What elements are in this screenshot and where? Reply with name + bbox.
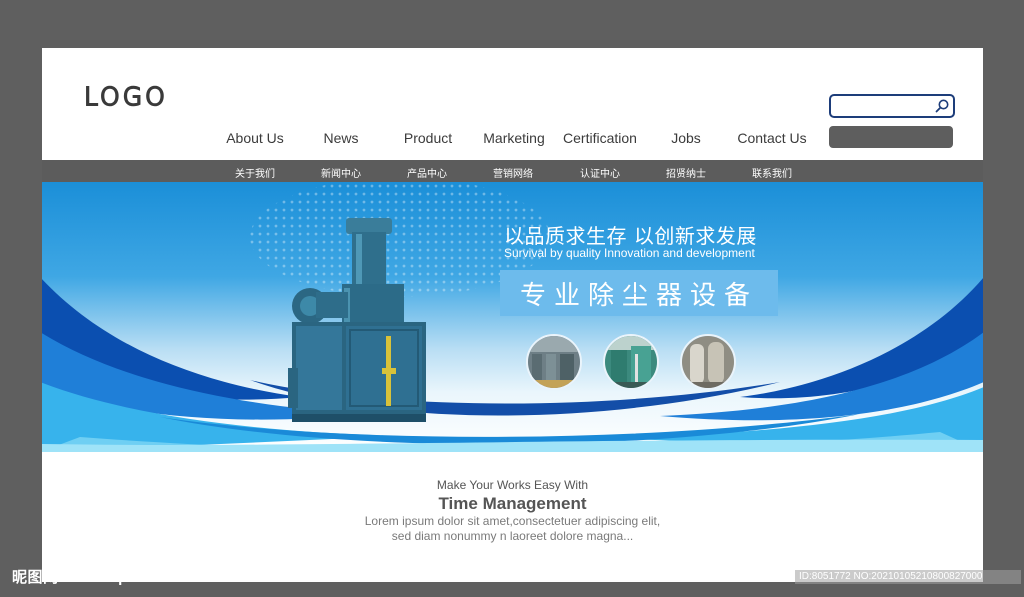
incinerator-machine-image — [288, 218, 426, 422]
sub-nav-bar: 关于我们 新闻中心 产品中心 营销网络 认证中心 招贤纳士 联系我们 — [42, 160, 983, 182]
banner-title-box: 专业除尘器设备 — [500, 270, 778, 316]
subnav-item-contact[interactable]: 联系我们 — [752, 165, 792, 180]
main-nav: About Us News Product Marketing Certific… — [42, 130, 983, 150]
watermark-right: ID:8051772 NO:20210105210800827000 — [795, 570, 1021, 584]
banner-slogan-en: Survival by quality Innovation and devel… — [504, 246, 755, 260]
intro-body-line-2: sed diam nonummy n laoreet dolore magna.… — [391, 529, 634, 543]
subnav-item-certification[interactable]: 认证中心 — [580, 165, 620, 180]
search-box[interactable] — [829, 94, 955, 118]
product-thumbnail-3[interactable] — [680, 334, 736, 390]
subnav-item-about[interactable]: 关于我们 — [235, 165, 275, 180]
product-thumbnail-2[interactable] — [603, 334, 659, 390]
nav-item-news[interactable]: News — [323, 130, 358, 146]
nav-item-product[interactable]: Product — [404, 130, 452, 146]
banner-slogan-cn: 以品质求生存 以创新求发展 — [504, 224, 757, 248]
page-canvas: LOGO About Us News Product Marketing Cer… — [42, 48, 983, 582]
hero-banner: 以品质求生存 以创新求发展 Survival by quality Innova… — [42, 182, 983, 452]
nav-item-jobs[interactable]: Jobs — [671, 130, 701, 146]
subnav-item-marketing[interactable]: 营销网络 — [493, 165, 533, 180]
nav-item-certification[interactable]: Certification — [563, 130, 637, 146]
logo[interactable]: LOGO — [83, 81, 168, 112]
nav-item-about-us[interactable]: About Us — [226, 130, 284, 146]
subnav-item-jobs[interactable]: 招贤纳士 — [666, 165, 706, 180]
intro-section: Make Your Works Easy With Time Managemen… — [42, 478, 983, 544]
product-thumbnail-1[interactable] — [526, 334, 582, 390]
intro-subtitle: Make Your Works Easy With — [436, 478, 589, 492]
banner-title: 专业除尘器设备 — [519, 280, 758, 311]
search-icon[interactable] — [934, 98, 950, 114]
subnav-item-product[interactable]: 产品中心 — [407, 165, 447, 180]
watermark-left: 昵图网 www.nipic.com — [12, 569, 179, 586]
intro-body-line-1: Lorem ipsum dolor sit amet,consectetuer … — [364, 514, 661, 528]
intro-title: Time Management — [438, 494, 587, 513]
nav-item-marketing[interactable]: Marketing — [483, 130, 544, 146]
nav-item-contact-us[interactable]: Contact Us — [737, 130, 806, 146]
subnav-item-news[interactable]: 新闻中心 — [321, 165, 361, 180]
search-input[interactable] — [831, 96, 937, 116]
